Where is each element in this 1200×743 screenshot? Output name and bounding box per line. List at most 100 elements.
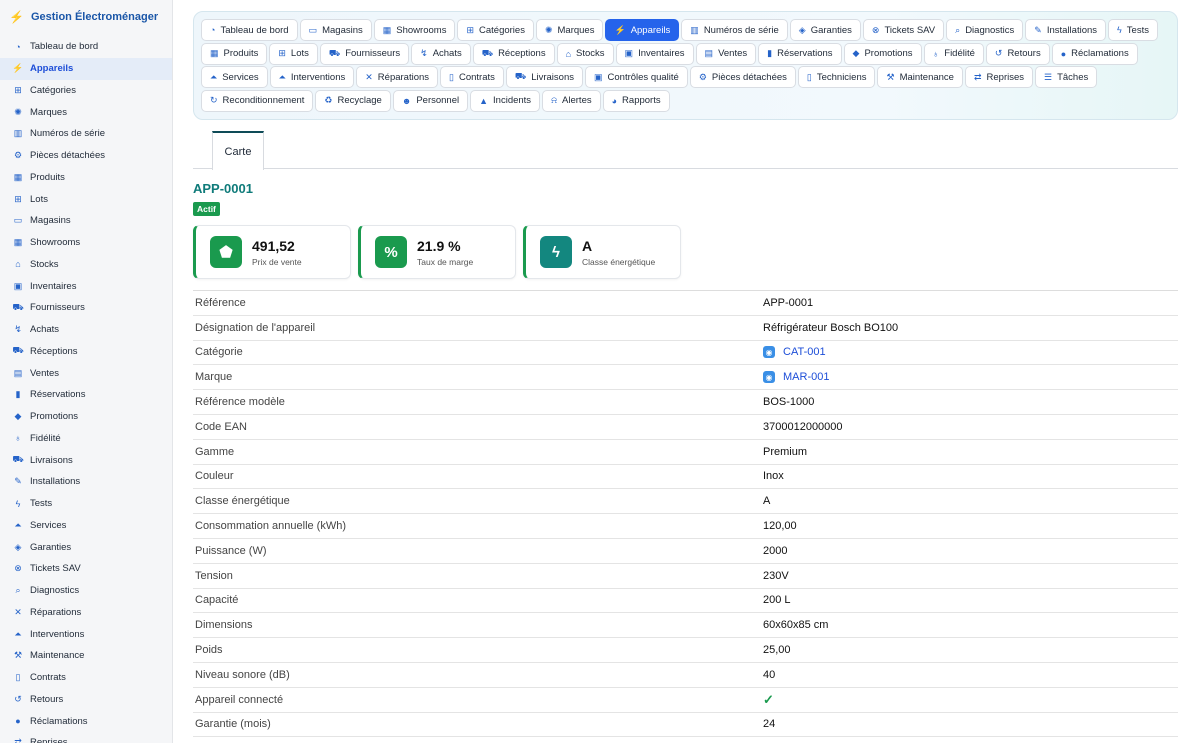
shipping-fast-icon: ⛟ <box>12 454 24 465</box>
sidebar-item-label: Tickets SAV <box>30 563 81 575</box>
kpi-value: 21.9 % <box>417 238 461 254</box>
tab-appareils[interactable]: ⚡ Appareils <box>605 19 680 41</box>
sidebar-item-installations[interactable]: ✎ Installations <box>0 471 172 493</box>
sidebar-item-label: Inventaires <box>30 280 77 292</box>
sidebar-item-achats[interactable]: ↯ Achats <box>0 319 172 341</box>
tab-personnel[interactable]: ☻ Personnel <box>392 89 469 112</box>
tab-livraisons[interactable]: ⛟ Livraisons <box>505 66 583 88</box>
concierge-bell-icon: ⏶ <box>14 519 22 530</box>
tab-tests[interactable]: ϟ Tests <box>1108 19 1158 41</box>
tab-alertes[interactable]: ⍾ Alertes <box>542 89 601 112</box>
tab-installations[interactable]: ✎ Installations <box>1025 19 1107 41</box>
tab-interventions[interactable]: ⏶ Interventions <box>269 66 355 88</box>
tab-techniciens[interactable]: ▯ Techniciens <box>797 66 876 88</box>
tab-carte[interactable]: Carte <box>212 131 264 170</box>
sidebar-item-promotions[interactable]: ◆ Promotions <box>0 406 172 428</box>
tab-taches[interactable]: ☰ Tâches <box>1035 66 1098 88</box>
tab-fidelite[interactable]: ♁ Fidélité <box>923 42 984 65</box>
tab-achats[interactable]: ↯ Achats <box>411 42 471 65</box>
tab-reservations[interactable]: ▮ Réservations <box>758 42 842 65</box>
tab-categories[interactable]: ⊞ Catégories <box>457 19 534 41</box>
tab-fournisseurs[interactable]: ⛟ Fournisseurs <box>319 42 410 65</box>
sidebar-item-reservations[interactable]: ▮ Réservations <box>0 384 172 406</box>
tab-reparations[interactable]: ✕ Réparations <box>356 66 439 88</box>
sidebar-item-diagnostics[interactable]: ⌕ Diagnostics <box>0 580 172 602</box>
tab-reclamations[interactable]: ● Réclamations <box>1051 42 1138 65</box>
tab-diagnostics[interactable]: ⌕ Diagnostics <box>946 19 1024 41</box>
sidebar-item-marques[interactable]: ✺ Marques <box>0 101 172 123</box>
tab-label: Marques <box>557 24 595 36</box>
sidebar-item-lots[interactable]: ⊞ Lots <box>0 188 172 210</box>
detail-value: APP-0001 <box>763 296 814 309</box>
detail-value[interactable]: ◉ CAT-001 <box>763 346 826 359</box>
detail-value: 40 <box>763 668 776 681</box>
sidebar-item-fidelite[interactable]: ♁ Fidélité <box>0 428 172 450</box>
tab-lots[interactable]: ⊞ Lots <box>269 42 318 65</box>
sidebar-item-numeros-de-serie[interactable]: ▥ Numéros de série <box>0 123 172 145</box>
record-link[interactable]: MAR-001 <box>783 371 829 383</box>
tab-numeros-de-serie[interactable]: ▥ Numéros de série <box>681 19 788 41</box>
sidebar-item-interventions[interactable]: ⏶ Interventions <box>0 623 172 645</box>
cash-register-icon: ▤ <box>704 48 714 58</box>
sidebar-item-categories[interactable]: ⊞ Catégories <box>0 80 172 102</box>
detail-row-tension: Tension 230V <box>193 564 1178 589</box>
sidebar-item-produits[interactable]: ▦ Produits <box>0 167 172 189</box>
tab-pieces-detachees[interactable]: ⚙ Pièces détachées <box>689 66 796 88</box>
sidebar-item-receptions[interactable]: ⛟ Réceptions <box>0 341 172 363</box>
sidebar-item-services[interactable]: ⏶ Services <box>0 515 172 537</box>
detail-row-niveau-sonore-db: Niveau sonore (dB) 40 <box>193 663 1178 688</box>
tab-controles-qualite[interactable]: ▣ Contrôles qualité <box>585 66 688 88</box>
sidebar-item-reclamations[interactable]: ● Réclamations <box>0 710 172 732</box>
detail-label: Catégorie <box>195 346 243 359</box>
record-link[interactable]: CAT-001 <box>783 346 826 358</box>
sidebar-item-tickets-sav[interactable]: ⊗ Tickets SAV <box>0 558 172 580</box>
tab-stocks[interactable]: ⌂ Stocks <box>556 42 614 65</box>
app-brand[interactable]: ⚡ Gestion Électroménager <box>0 0 172 34</box>
sidebar-item-tests[interactable]: ϟ Tests <box>0 493 172 515</box>
sidebar-item-livraisons[interactable]: ⛟ Livraisons <box>0 449 172 471</box>
tab-tickets-sav[interactable]: ⊗ Tickets SAV <box>862 19 945 41</box>
tab-contrats[interactable]: ▯ Contrats <box>440 66 504 88</box>
sidebar-item-showrooms[interactable]: ▦ Showrooms <box>0 232 172 254</box>
tab-garanties[interactable]: ◈ Garanties <box>789 19 861 41</box>
detail-value[interactable]: ◉ MAR-001 <box>763 371 829 384</box>
tab-rapports[interactable]: ◕ Rapports <box>602 89 670 112</box>
sidebar-item-label: Fidélité <box>30 432 61 444</box>
sidebar-item-pieces-detachees[interactable]: ⚙ Pièces détachées <box>0 145 172 167</box>
tab-receptions[interactable]: ⛟ Réceptions <box>472 42 555 65</box>
sidebar-item-inventaires[interactable]: ▣ Inventaires <box>0 275 172 297</box>
sidebar-item-reprises[interactable]: ⇄ Reprises <box>0 732 172 743</box>
tab-marques[interactable]: ✺ Marques <box>535 19 604 41</box>
sidebar-item-label: Livraisons <box>30 454 73 466</box>
tab-showrooms[interactable]: ▦ Showrooms <box>373 19 456 41</box>
tab-reconditionnement[interactable]: ↻ Reconditionnement <box>201 89 314 112</box>
tab-magasins[interactable]: ▭ Magasins <box>299 19 372 41</box>
sidebar-item-garanties[interactable]: ◈ Garanties <box>0 536 172 558</box>
sidebar-item-label: Tests <box>30 498 53 510</box>
sidebar-item-label: Réparations <box>30 606 82 618</box>
sidebar-item-ventes[interactable]: ▤ Ventes <box>0 362 172 384</box>
sidebar-item-stocks[interactable]: ⌂ Stocks <box>0 254 172 276</box>
tab-retours[interactable]: ↺ Retours <box>985 42 1050 65</box>
tab-recyclage[interactable]: ♻ Recyclage <box>315 89 391 112</box>
kpi-label: Taux de marge <box>417 257 474 267</box>
sidebar-item-tableau-de-bord[interactable]: ◔ Tableau de bord <box>0 36 172 58</box>
sidebar-item-fournisseurs[interactable]: ⛟ Fournisseurs <box>0 297 172 319</box>
tab-inventaires[interactable]: ▣ Inventaires <box>615 42 694 65</box>
certificate-icon: ✺ <box>14 106 22 117</box>
sidebar-item-maintenance[interactable]: ⚒ Maintenance <box>0 645 172 667</box>
tab-produits[interactable]: ▦ Produits <box>201 42 268 65</box>
tab-reprises[interactable]: ⇄ Reprises <box>964 66 1034 88</box>
sidebar-item-reparations[interactable]: ✕ Réparations <box>0 602 172 624</box>
barcode-icon: ▥ <box>13 128 23 139</box>
tab-incidents[interactable]: ▲ Incidents <box>470 89 541 112</box>
tab-maintenance[interactable]: ⚒ Maintenance <box>877 66 963 88</box>
tab-promotions[interactable]: ◆ Promotions <box>843 42 922 65</box>
sidebar-item-appareils[interactable]: ⚡ Appareils <box>0 57 172 80</box>
tab-services[interactable]: ⏶ Services <box>201 66 268 88</box>
sidebar-item-retours[interactable]: ↺ Retours <box>0 689 172 711</box>
sidebar-item-contrats[interactable]: ▯ Contrats <box>0 667 172 689</box>
sidebar-item-magasins[interactable]: ▭ Magasins <box>0 210 172 232</box>
tab-ventes[interactable]: ▤ Ventes <box>695 42 757 65</box>
tab-tableau-de-bord[interactable]: ◔ Tableau de bord <box>201 19 298 41</box>
